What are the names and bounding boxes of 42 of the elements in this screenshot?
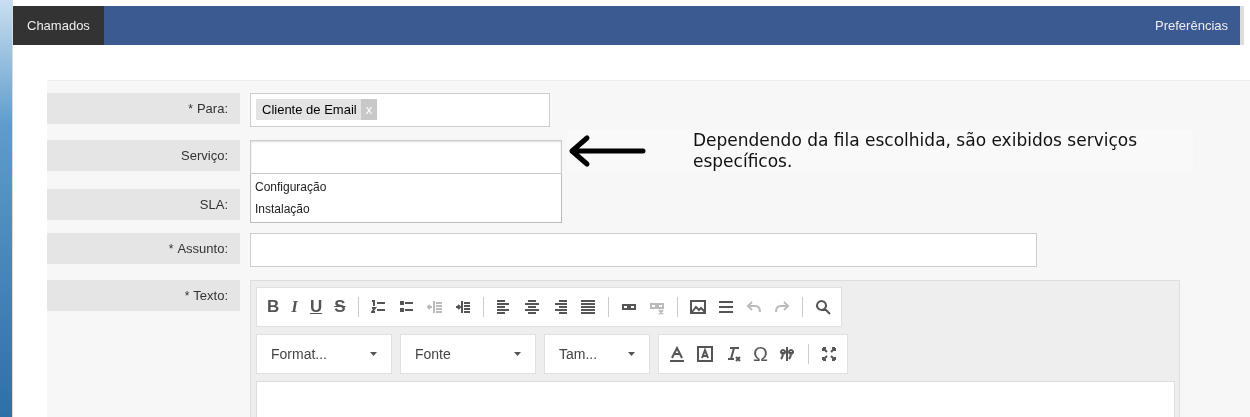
- subject-field[interactable]: [250, 233, 1037, 267]
- align-center-icon[interactable]: [523, 299, 540, 315]
- italic-button[interactable]: I: [291, 297, 298, 317]
- left-arrow-icon: [567, 134, 647, 168]
- required-mark: *: [168, 241, 174, 256]
- preferences-link[interactable]: Preferências: [1155, 18, 1240, 33]
- align-left-icon[interactable]: [495, 299, 512, 315]
- annotation-text: Dependendo da fila escolhida, são exibidos serviços específicos.: [693, 130, 1139, 172]
- numbered-list-icon[interactable]: [370, 299, 387, 315]
- dropdown-option[interactable]: Instalação: [255, 198, 557, 220]
- dropdown-button[interactable]: Format...: [256, 334, 392, 374]
- dropdown-button[interactable]: Tam...: [544, 334, 650, 374]
- special-character-button[interactable]: Ω: [753, 342, 768, 366]
- caret-icon: [514, 352, 521, 356]
- search-icon[interactable]: [814, 299, 831, 315]
- indent-icon[interactable]: [454, 299, 471, 315]
- bullet-list-icon[interactable]: [398, 299, 415, 315]
- justify-icon[interactable]: [579, 299, 596, 315]
- caret-icon: [628, 352, 635, 356]
- dropdown-button[interactable]: Fonte: [400, 334, 536, 374]
- underline-button[interactable]: U: [309, 297, 323, 317]
- clear-format-icon[interactable]: [725, 346, 741, 362]
- nav-tab[interactable]: Chamados: [13, 6, 104, 45]
- label-text: Para:: [196, 101, 228, 116]
- label-text: Texto:: [193, 288, 228, 303]
- text-color-icon[interactable]: [669, 346, 685, 362]
- image-icon[interactable]: [689, 299, 706, 315]
- background-color-icon[interactable]: [697, 346, 713, 362]
- required-mark: *: [184, 288, 190, 303]
- caret-icon: [370, 352, 377, 356]
- quote-marks-icon[interactable]: [779, 346, 796, 362]
- label-text: SLA:: [199, 197, 228, 212]
- bold-button[interactable]: B: [267, 297, 280, 317]
- label-text: Serviço:: [181, 148, 228, 163]
- required-mark: *: [188, 101, 193, 116]
- horizontal-rule-icon[interactable]: [717, 299, 734, 315]
- maximize-icon[interactable]: [820, 346, 837, 362]
- strikethrough-button[interactable]: S: [334, 297, 346, 317]
- tag-label: Cliente de Email: [262, 102, 357, 117]
- label-text: Assunto:: [177, 241, 228, 256]
- service-field[interactable]: [250, 140, 562, 174]
- dropdown-option[interactable]: Configuração: [255, 176, 557, 198]
